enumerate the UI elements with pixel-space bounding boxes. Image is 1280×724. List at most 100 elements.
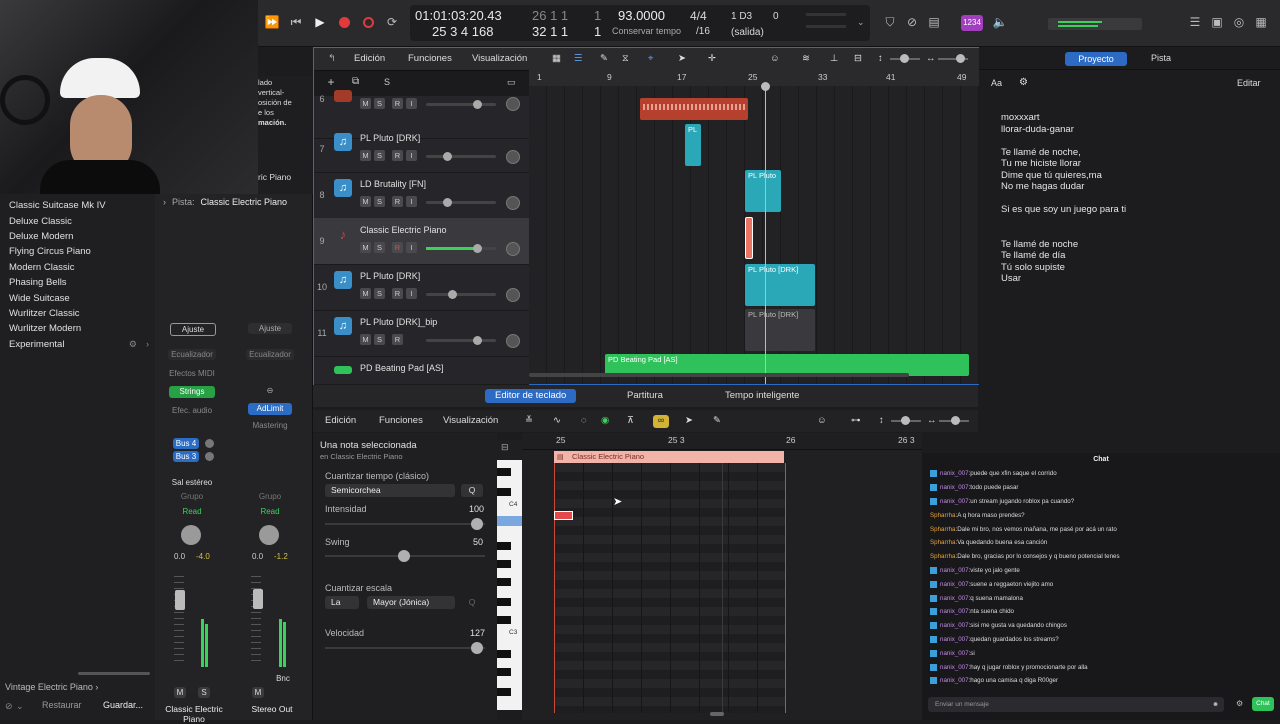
solo-icon[interactable]: ⊘	[902, 12, 922, 32]
record-enable-button[interactable]: R	[392, 242, 403, 253]
mastering-slot[interactable]: Mastering	[248, 420, 292, 431]
piano-roll-grid[interactable]: 25 25 3 26 26 3 ▤ Classic Electric Piano…	[522, 433, 922, 720]
list-view-icon[interactable]: ☰	[574, 53, 583, 64]
view-menu[interactable]: Visualización	[472, 53, 527, 64]
record-enable-button[interactable]: R	[392, 196, 403, 207]
settings-icon[interactable]: ⚙	[129, 339, 137, 350]
chat-user[interactable]: Spharrha	[930, 512, 955, 519]
input-monitor-button[interactable]: I	[406, 98, 417, 109]
send-bus-3[interactable]: Bus 3	[173, 451, 199, 462]
settings-icon[interactable]: ⚙	[1019, 77, 1028, 88]
solo-button[interactable]: S	[374, 98, 385, 109]
library-item[interactable]: Wide Suitcase	[0, 290, 155, 305]
metronome-icon[interactable]: ▤	[924, 12, 944, 32]
input-monitor-button[interactable]: I	[406, 150, 417, 161]
automation-read-2[interactable]: Read	[255, 507, 285, 517]
chat-user[interactable]: Spharrha	[930, 526, 955, 533]
arrange-area[interactable]: PL PL Pluto PL Pluto [DRK] PL Pluto [DRK…	[529, 82, 979, 384]
volume-slider[interactable]	[426, 244, 496, 253]
record-enable-button[interactable]: R	[392, 98, 403, 109]
emote-icon[interactable]: ☻	[1212, 697, 1219, 712]
chat-user[interactable]: nanix_007	[940, 498, 969, 505]
send-bus-4[interactable]: Bus 4	[173, 438, 199, 449]
midi-region[interactable]: PL Pluto [DRK]	[745, 264, 815, 306]
pointer-tool-icon[interactable]: ➤	[685, 415, 693, 426]
smiley-icon[interactable]: ☺	[770, 53, 780, 64]
library-item[interactable]: Classic Suitcase Mk IV	[0, 198, 155, 213]
align-icon[interactable]: ⊶	[851, 415, 861, 426]
record-enable-button[interactable]: R	[392, 288, 403, 299]
chat-user[interactable]: nanix_007	[940, 484, 969, 491]
link-icon[interactable]: ⊖	[248, 385, 292, 396]
tab-project[interactable]: Proyecto	[1065, 52, 1127, 66]
eq-slot-1[interactable]: Ecualizador	[168, 349, 216, 360]
vertical-zoom-slider[interactable]	[891, 416, 921, 425]
play-icon[interactable]: ▶	[310, 12, 330, 32]
playhead-handle[interactable]	[761, 82, 770, 91]
piano-roll-scrollbar[interactable]	[710, 712, 724, 716]
key-signature[interactable]: 1 D3	[731, 11, 752, 22]
region-body[interactable]	[554, 463, 786, 713]
midi-region-selected[interactable]	[745, 217, 753, 259]
functions-menu[interactable]: Funciones	[379, 415, 423, 426]
flex-icon[interactable]: ⧖	[622, 53, 629, 64]
division[interactable]: /16	[696, 26, 710, 37]
library-path[interactable]: Vintage Electric Piano ›	[5, 682, 98, 692]
quantize-value-dropdown[interactable]: Semicorchea	[325, 484, 455, 497]
volume-slider[interactable]	[426, 336, 496, 345]
list-icon[interactable]: ☰	[1185, 12, 1205, 32]
volume-slider[interactable]	[426, 100, 496, 109]
chat-user[interactable]: nanix_007	[940, 650, 969, 657]
bounce-button[interactable]: Bnc	[274, 673, 292, 684]
waveform-icon[interactable]: ≋	[802, 53, 810, 64]
midi-region[interactable]: PL Pluto	[745, 170, 781, 212]
global-tracks-icon[interactable]: ▭	[507, 77, 516, 88]
mute-button[interactable]: M	[360, 150, 371, 161]
library-item[interactable]: Phasing Bells	[0, 275, 155, 290]
back-icon[interactable]: ↰	[328, 53, 336, 64]
link-icon[interactable]: ∞	[653, 415, 669, 428]
volume-fader-1[interactable]	[175, 590, 185, 610]
send-knob[interactable]	[205, 439, 214, 448]
snap-icon[interactable]: ⌖	[648, 53, 653, 64]
cycle-icon[interactable]: ⟳	[382, 12, 402, 32]
audio-fx-label[interactable]: Efec. audio	[168, 405, 216, 416]
mute-button[interactable]: M	[360, 98, 371, 109]
chat-user[interactable]: nanix_007	[940, 595, 969, 602]
edit-button[interactable]: Editar	[1237, 78, 1261, 88]
track-name[interactable]: LD Brutality [FN]	[360, 179, 426, 189]
plugin-slot-adlimit[interactable]: AdLimit	[248, 403, 292, 415]
scale-mode-dropdown[interactable]: Mayor (Jónica)	[367, 596, 455, 609]
pointer-tool-icon[interactable]: ➤	[678, 53, 686, 64]
view-menu[interactable]: Visualización	[443, 415, 498, 426]
vertical-zoom-icon[interactable]: ↕	[878, 53, 883, 64]
chat-user[interactable]: nanix_007	[940, 581, 969, 588]
midi-in-icon[interactable]: ◌	[581, 415, 587, 426]
volume-slider[interactable]	[426, 152, 496, 161]
filter-icon[interactable]: ≚	[525, 415, 533, 426]
tab-smart-tempo[interactable]: Tempo inteligente	[715, 389, 809, 403]
align-icon[interactable]: ⊥	[830, 53, 838, 64]
library-item[interactable]: Deluxe Modern	[0, 229, 155, 244]
master-volume-meter[interactable]	[1048, 18, 1142, 30]
delete-icon[interactable]: ⊘	[5, 701, 13, 712]
black-key[interactable]	[497, 598, 511, 606]
black-key[interactable]	[497, 650, 511, 658]
pencil-tool-icon[interactable]: ✎	[713, 415, 721, 426]
library-item[interactable]: Flying Circus Piano	[0, 244, 155, 259]
midi-out-icon[interactable]: ◉	[601, 415, 609, 426]
tuner-icon[interactable]: ⛉	[880, 12, 900, 32]
restore-button[interactable]: Restaurar	[42, 700, 82, 710]
tab-score[interactable]: Partitura	[617, 389, 673, 403]
chat-user[interactable]: Spharrha	[930, 539, 955, 546]
scale-root-dropdown[interactable]: La	[325, 596, 359, 609]
pan-knob-2[interactable]	[259, 525, 279, 545]
mute-button[interactable]: M	[174, 687, 186, 698]
chat-user[interactable]: nanix_007	[940, 470, 969, 477]
lcd-display[interactable]: 01:01:03:20.43 25 3 4 168 26 1 1 1 32 1 …	[410, 5, 870, 41]
chat-input[interactable]: Enviar un mensaje ☻	[928, 697, 1224, 712]
black-key[interactable]	[497, 542, 511, 550]
tab-track[interactable]: Pista	[1151, 53, 1171, 63]
mute-button[interactable]: M	[360, 196, 371, 207]
track-name[interactable]: PL Pluto [DRK]	[360, 271, 420, 281]
